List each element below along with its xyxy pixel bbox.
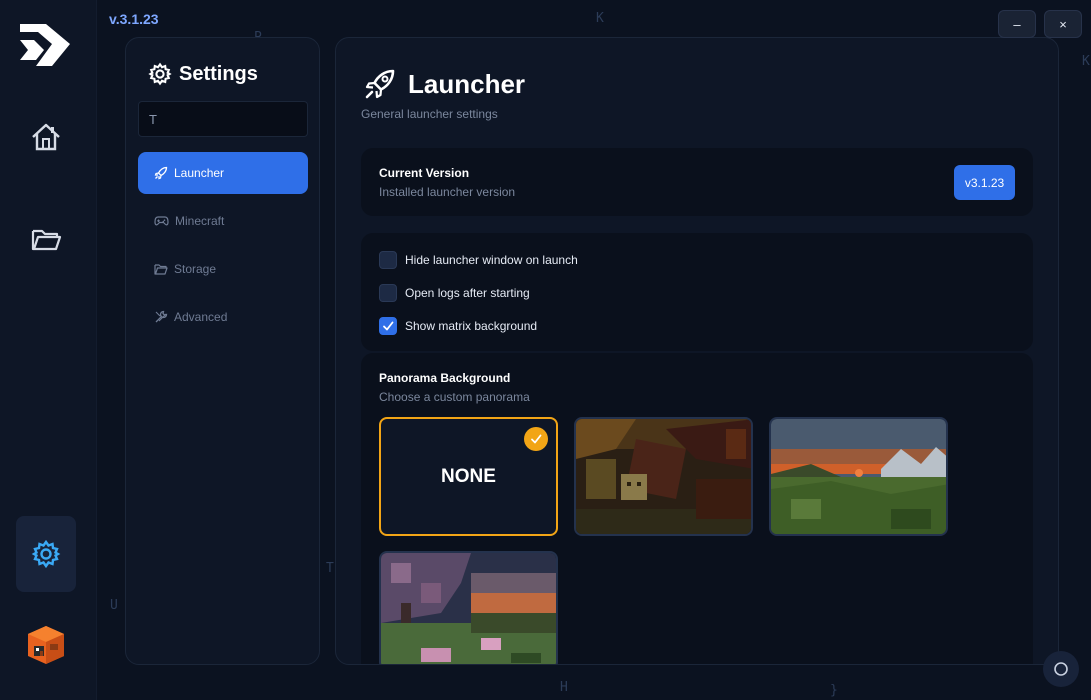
settings-nav-panel: Settings Launcher Minecraft Storage Adva… — [125, 37, 320, 665]
rail-home-button[interactable] — [16, 107, 76, 167]
nav-item-advanced[interactable]: Advanced — [138, 296, 308, 338]
user-avatar[interactable] — [26, 624, 66, 664]
rocket-icon — [365, 69, 395, 99]
wrench-icon — [155, 310, 168, 323]
panorama-option-none[interactable]: NONE — [379, 417, 558, 536]
page-subtitle: General launcher settings — [361, 107, 498, 121]
checkbox[interactable] — [379, 251, 397, 269]
page-title: Launcher — [408, 68, 526, 99]
app-logo-icon — [20, 24, 70, 66]
nav-item-label: Storage — [174, 262, 217, 276]
option-label: Open logs after starting — [405, 286, 530, 300]
settings-search-input[interactable] — [138, 101, 308, 137]
gamepad-icon — [154, 216, 169, 226]
panorama-option-cherry-grove[interactable] — [379, 551, 558, 664]
rail-settings-button[interactable] — [16, 516, 76, 592]
option-label: Show matrix background — [405, 319, 538, 333]
checkbox-checked[interactable] — [379, 317, 397, 335]
version-badge[interactable]: v3.1.23 — [954, 165, 1015, 200]
rail-folder-button[interactable] — [16, 209, 76, 269]
nav-item-label: Minecraft — [175, 214, 225, 228]
checkbox[interactable] — [379, 284, 397, 302]
option-hide-launcher[interactable]: Hide launcher window on launch — [379, 251, 578, 269]
launcher-options-card: Hide launcher window on launch Open logs… — [361, 233, 1033, 351]
current-version-label: Current Version — [379, 166, 470, 180]
selected-check-icon — [524, 427, 548, 451]
settings-title-text: Settings — [179, 62, 258, 85]
launcher-settings-panel: Launcher General launcher settings Curre… — [335, 37, 1059, 665]
panorama-thumbnail — [381, 553, 556, 664]
rocket-icon — [154, 166, 168, 180]
left-rail — [0, 0, 97, 700]
nav-item-storage[interactable]: Storage — [138, 248, 308, 290]
panorama-description: Choose a custom panorama — [379, 390, 530, 404]
option-open-logs[interactable]: Open logs after starting — [379, 284, 530, 302]
panorama-label: Panorama Background — [379, 371, 511, 385]
option-show-matrix[interactable]: Show matrix background — [379, 317, 537, 335]
option-label: Hide launcher window on launch — [405, 253, 578, 267]
panorama-option-nether[interactable] — [574, 417, 753, 536]
circle-icon — [1054, 662, 1068, 676]
close-button[interactable]: × — [1044, 10, 1082, 38]
gear-icon — [148, 62, 172, 86]
status-circle-button[interactable] — [1043, 651, 1079, 687]
nav-item-launcher[interactable]: Launcher — [138, 152, 308, 194]
minimize-button[interactable]: – — [998, 10, 1036, 38]
nav-item-label: Advanced — [174, 310, 228, 324]
gear-icon — [31, 539, 61, 569]
nav-item-minecraft[interactable]: Minecraft — [138, 200, 308, 242]
app-version-label: v.3.1.23 — [109, 11, 159, 27]
panorama-option-sunset-mountains[interactable] — [769, 417, 948, 536]
current-version-card: Current Version Installed launcher versi… — [361, 148, 1033, 216]
panorama-thumbnail — [771, 419, 946, 534]
nav-item-label: Launcher — [174, 166, 225, 180]
checkmark-icon — [383, 321, 394, 331]
home-icon — [32, 123, 60, 151]
panorama-card: Panorama Background Choose a custom pano… — [361, 353, 1033, 664]
current-version-description: Installed launcher version — [379, 185, 516, 199]
folder-icon — [154, 264, 168, 275]
panorama-thumbnail — [576, 419, 751, 534]
folder-icon — [31, 229, 62, 251]
page-header: Launcher — [364, 68, 525, 100]
settings-title: Settings — [148, 62, 258, 86]
